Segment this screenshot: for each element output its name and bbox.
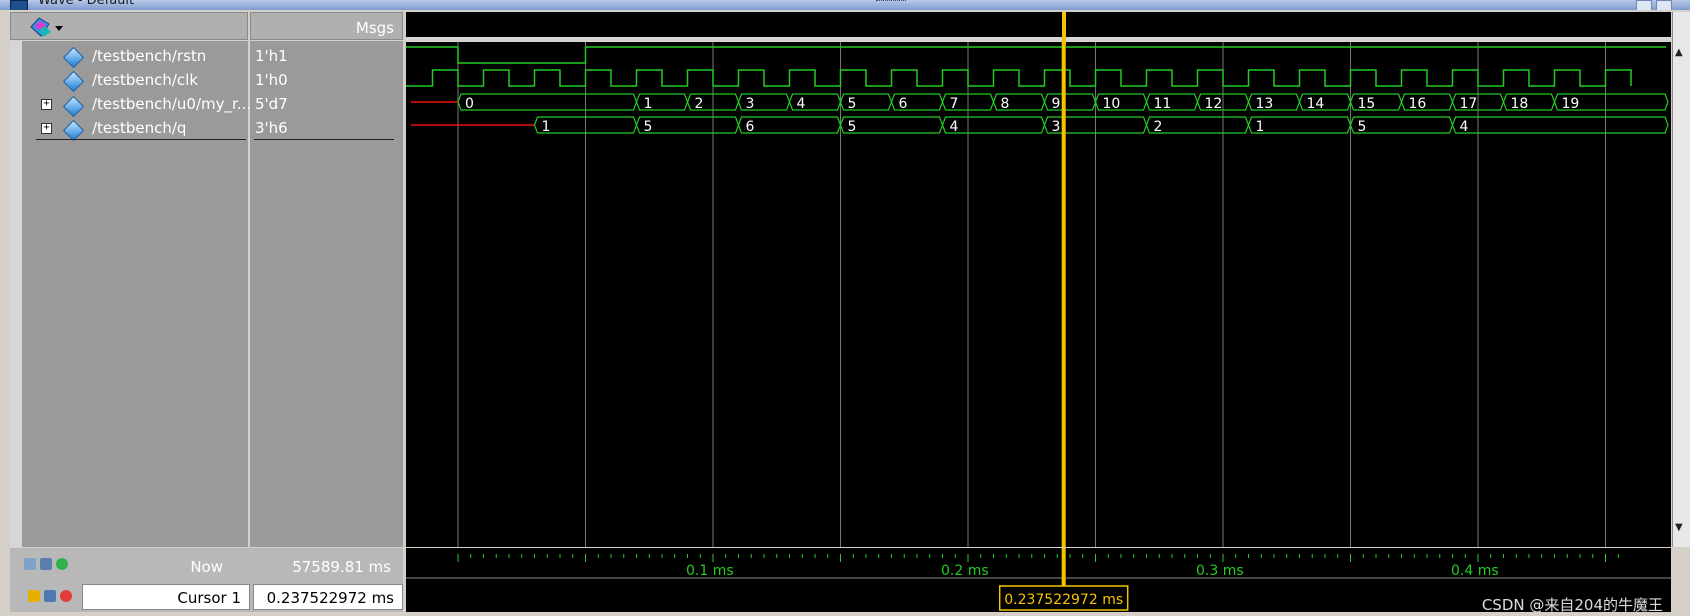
cursor-status-pane: Now 57589.81 ms Cursor 1 0.237522972 ms xyxy=(10,548,403,612)
remove-cursor-icon[interactable] xyxy=(60,590,72,602)
wave-toolbar-icon[interactable] xyxy=(40,558,52,570)
lock-icon[interactable] xyxy=(28,590,40,602)
scroll-down-icon[interactable]: ▼ xyxy=(1675,522,1683,533)
ruler-tick-label: 0.4 ms xyxy=(1451,563,1499,579)
wave-q-value: 5 xyxy=(644,119,653,135)
signal-value-pane: 1'h1 1'h0 5'd7 3'h6 xyxy=(250,41,403,547)
wave-toolbar-icon[interactable] xyxy=(24,558,36,570)
wave-counter-value: 11 xyxy=(1154,96,1172,112)
wave-counter-value: 14 xyxy=(1307,96,1325,112)
wave-counter-value: 3 xyxy=(746,96,755,112)
wave-counter-value: 9 xyxy=(1052,96,1061,112)
wave-counter-value: 10 xyxy=(1103,96,1121,112)
value-list-end-line xyxy=(254,139,394,140)
wave-header-bar xyxy=(406,12,1671,40)
signal-name-pane: /testbench/rstn /testbench/clk + /testbe… xyxy=(10,41,251,547)
msgs-label: Msgs xyxy=(355,19,394,37)
signal-name-counter[interactable]: /testbench/u0/my_r... xyxy=(92,95,251,113)
cursor-name-field[interactable]: Cursor 1 xyxy=(82,584,250,610)
signal-list-end-line xyxy=(36,139,246,140)
ruler-tick-label: 0.3 ms xyxy=(1196,563,1244,579)
scroll-up-icon[interactable]: ▲ xyxy=(1675,47,1683,58)
wave-counter-value: 8 xyxy=(1001,96,1010,112)
expand-plus-icon[interactable]: + xyxy=(41,99,52,110)
waveform-canvas[interactable]: 0 1 2 3 4 5 6 7 8 9 10 11 12 13 14 15 16 17 18 191 5 6 5 4 3 2 1 5 4 xyxy=(406,40,1671,547)
wave-rstn xyxy=(406,46,1666,64)
signal-value-rstn: 1'h1 xyxy=(255,47,288,65)
signal-header xyxy=(10,12,248,40)
wave-counter-value: 5 xyxy=(848,96,857,112)
add-cursor-icon[interactable] xyxy=(56,558,68,570)
cursor-label: Cursor 1 xyxy=(177,589,241,607)
cursor-value: 0.237522972 ms xyxy=(266,589,394,607)
ruler-tick-label: 0.1 ms xyxy=(686,563,734,579)
now-value: 57589.81 ms xyxy=(292,558,391,576)
wave-q-value: 4 xyxy=(950,119,959,135)
now-label: Now xyxy=(190,558,223,576)
timeline-ruler[interactable]: 0.1 ms 0.2 ms 0.3 ms 0.4 ms 0.237522972 ms C… xyxy=(406,548,1671,614)
wave-counter-value: 18 xyxy=(1511,96,1529,112)
signal-name-clk[interactable]: /testbench/clk xyxy=(92,71,198,89)
minimize-button[interactable] xyxy=(1636,0,1652,10)
vertical-scrollbar[interactable]: ▲ ▼ xyxy=(1672,12,1690,547)
wave-counter-value: 17 xyxy=(1460,96,1478,112)
wave-counter-value: 7 xyxy=(950,96,959,112)
wrench-icon[interactable] xyxy=(44,590,56,602)
wave-q-value: 3 xyxy=(1052,119,1061,135)
values-header: Msgs xyxy=(250,12,403,40)
cursor-time-field[interactable]: 0.237522972 ms xyxy=(253,584,403,610)
wave-q-value: 1 xyxy=(542,119,551,135)
wave-clk xyxy=(406,69,1632,87)
close-button[interactable] xyxy=(1656,0,1672,10)
wave-q-value: 2 xyxy=(1154,119,1163,135)
diamond-signal-icon xyxy=(62,95,85,118)
wave-q-segment xyxy=(1451,116,1669,134)
wave-counter-value: 2 xyxy=(695,96,704,112)
cursor-line xyxy=(1061,41,1066,547)
signal-value-clk: 1'h0 xyxy=(255,71,288,89)
wave-window-icon xyxy=(10,0,28,10)
wave-counter-value: 0 xyxy=(465,96,474,112)
cursor-readout: 0.237522972 ms xyxy=(1004,592,1123,608)
waveform-pane[interactable]: 0 1 2 3 4 5 6 7 8 9 10 11 12 13 14 15 16 17 18 19 1 5 6 5 4 3 2 1 5 4 xyxy=(406,40,1671,547)
signal-value-q: 3'h6 xyxy=(255,119,288,137)
wave-q-value: 1 xyxy=(1256,119,1265,135)
ruler-tick-label: 0.2 ms xyxy=(941,563,989,579)
wave-q-value: 5 xyxy=(1358,119,1367,135)
wave-q-value: 5 xyxy=(848,119,857,135)
diamond-signal-icon xyxy=(62,119,85,142)
signal-name-rstn[interactable]: /testbench/rstn xyxy=(92,47,206,65)
wave-q-value: 4 xyxy=(1460,119,1469,135)
wave-q-value: 6 xyxy=(746,119,755,135)
wave-toolbar-icon[interactable] xyxy=(25,14,65,40)
signal-value-counter: 5'd7 xyxy=(255,95,288,113)
wave-counter-value: 12 xyxy=(1205,96,1223,112)
wave-counter-segment xyxy=(457,93,638,111)
wave-counter-value: 1 xyxy=(644,96,653,112)
wave-counter-value: 13 xyxy=(1256,96,1274,112)
wave-counter-value: 15 xyxy=(1358,96,1376,112)
wave-counter-value: 4 xyxy=(797,96,806,112)
title-grip[interactable] xyxy=(876,0,906,4)
wave-counter-value: 16 xyxy=(1409,96,1427,112)
window-title: Wave - Default xyxy=(38,0,135,8)
signal-name-q[interactable]: /testbench/q xyxy=(92,119,186,137)
diamond-signal-icon xyxy=(62,70,85,93)
cursor-line-top[interactable] xyxy=(1060,12,1070,44)
wave-counter-value: 6 xyxy=(899,96,908,112)
diamond-signal-icon xyxy=(62,46,85,69)
wave-counter-value: 19 xyxy=(1562,96,1580,112)
title-bar: Wave - Default xyxy=(0,0,1690,10)
expand-plus-icon[interactable]: + xyxy=(41,123,52,134)
